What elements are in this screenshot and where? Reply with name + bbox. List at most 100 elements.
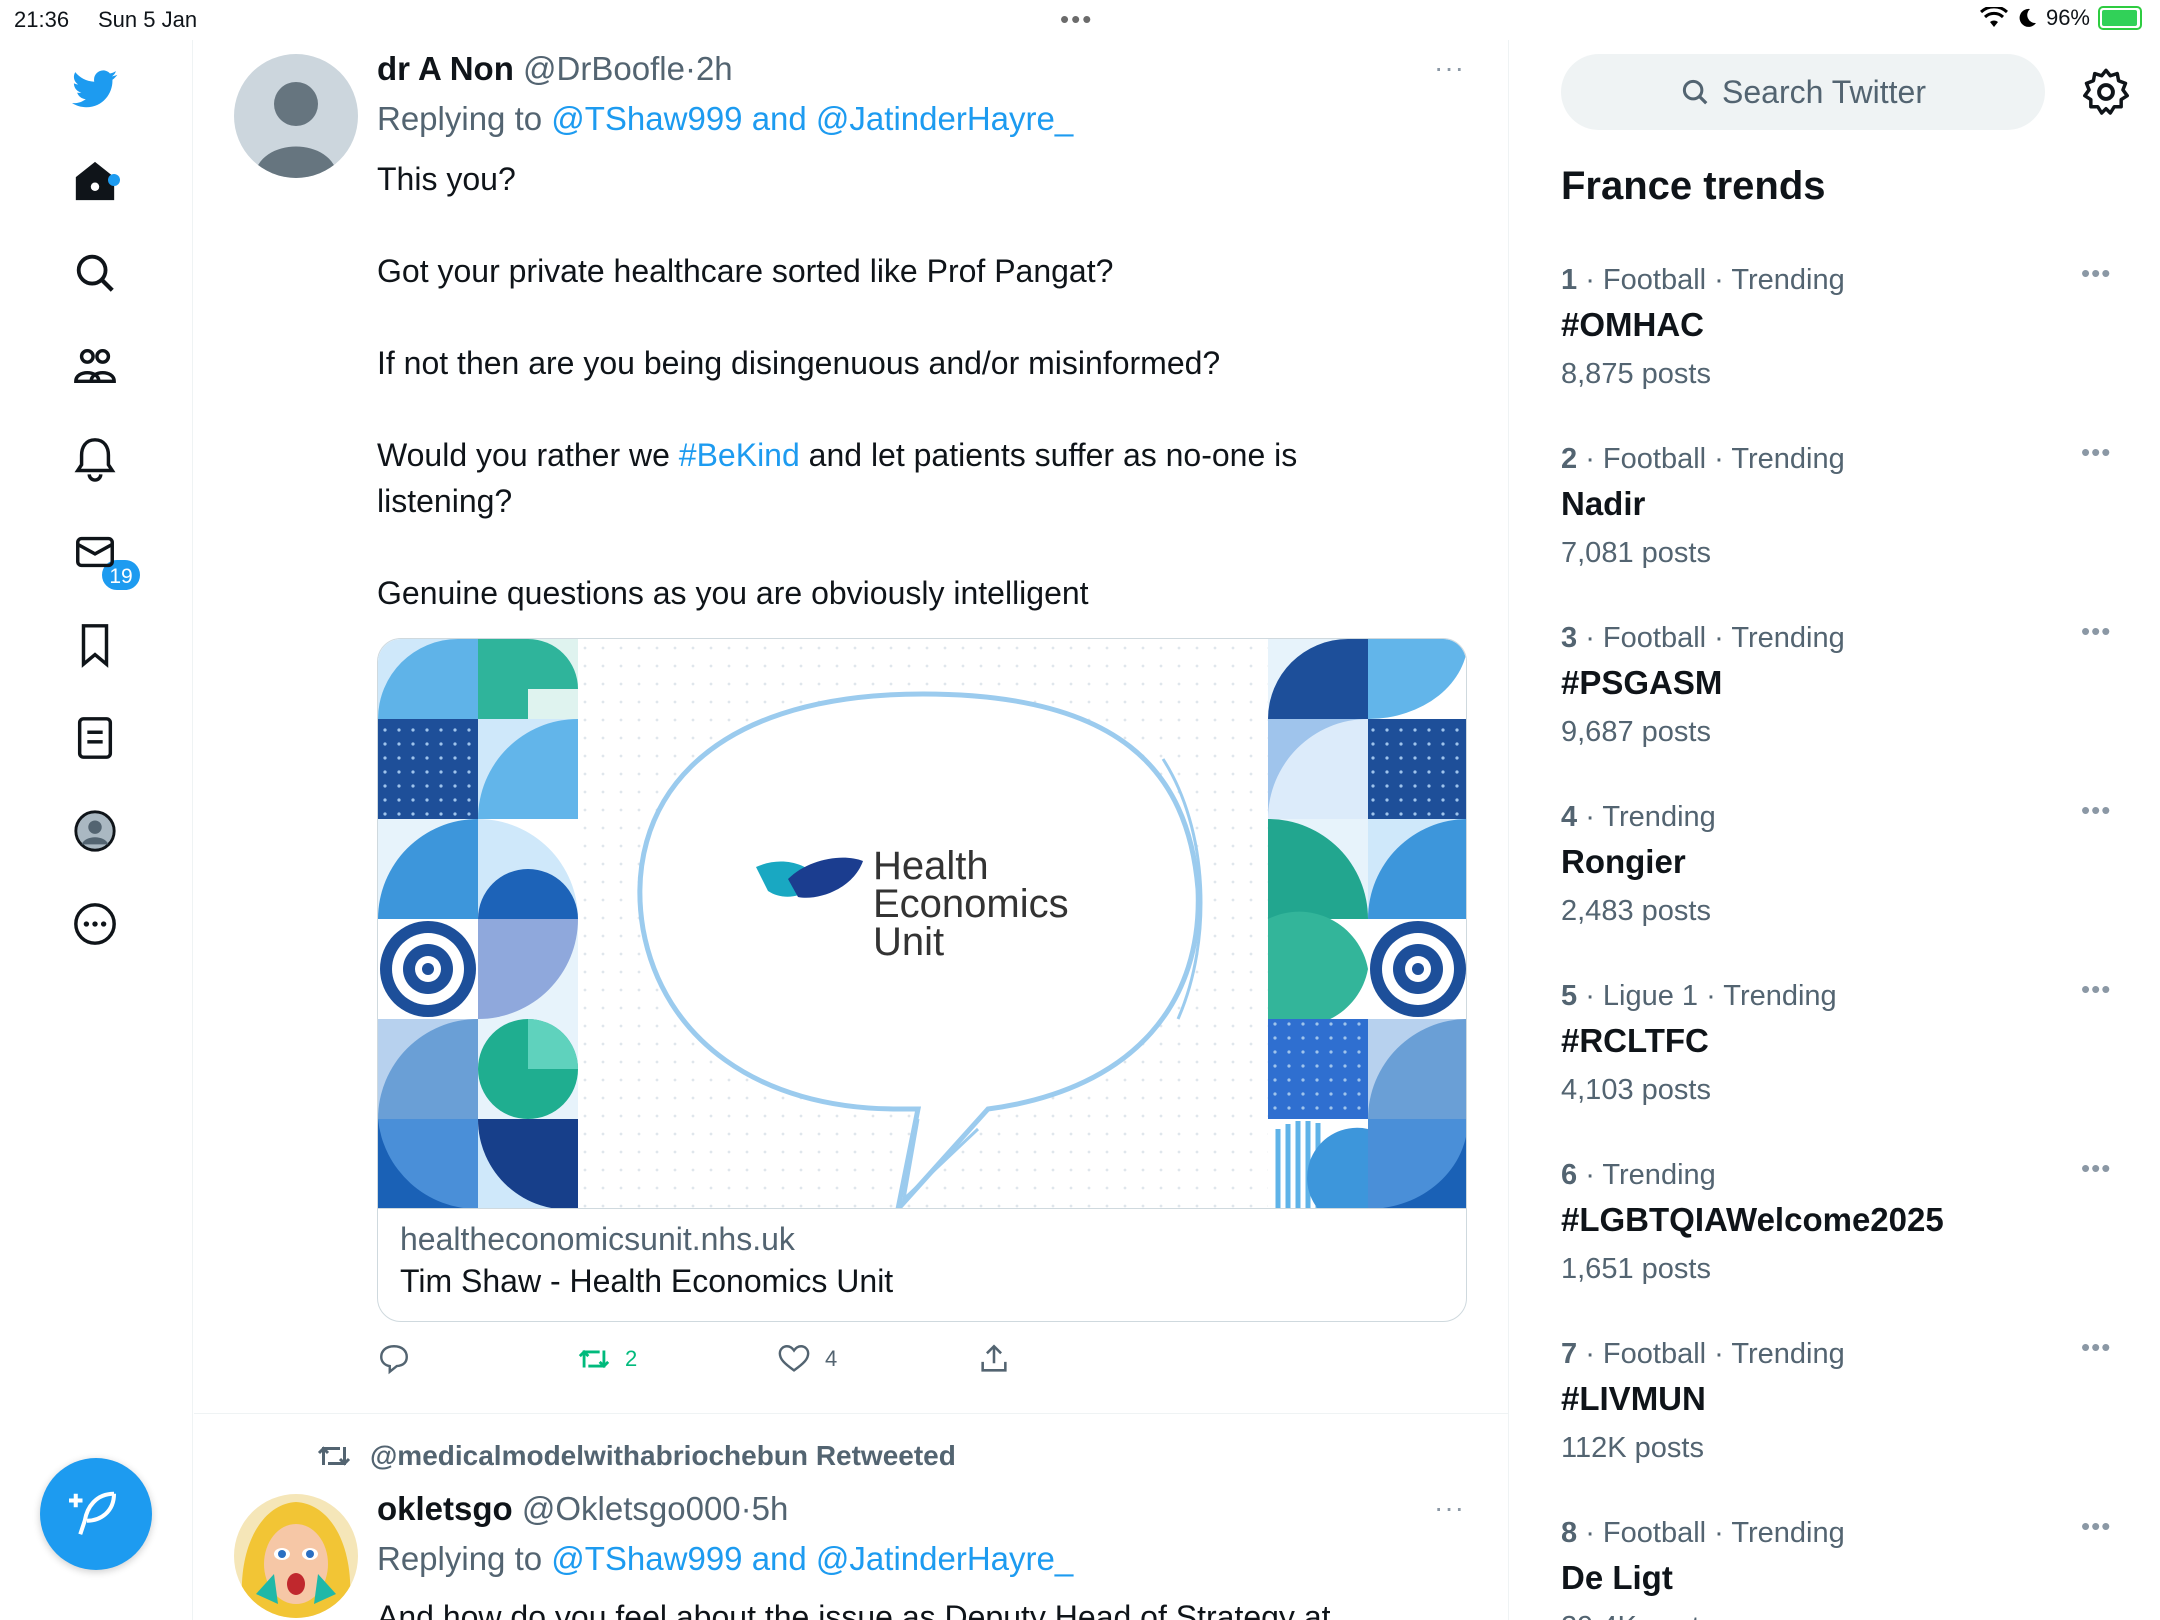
trend-topic: #OMHAC xyxy=(1561,306,1705,343)
trend-count: 1,651 posts xyxy=(1561,1253,1711,1285)
tweet-more-button[interactable]: ··· xyxy=(1434,1492,1465,1524)
trend-count: 4,103 posts xyxy=(1561,1074,1711,1106)
trend-more-button[interactable]: ••• xyxy=(2081,974,2111,1005)
more-icon[interactable] xyxy=(66,895,124,953)
display-name[interactable]: okletsgo xyxy=(377,1490,513,1527)
like-count: 4 xyxy=(825,1346,838,1371)
trend-rank: 4 xyxy=(1561,801,1578,833)
tweet-paragraph: Genuine questions as you are obviously i… xyxy=(377,575,1089,611)
trend-more-button[interactable]: ••• xyxy=(2081,1332,2111,1363)
trend-item[interactable]: 6 · Trending #LGBTQIAWelcome2025 1,651 p… xyxy=(1561,1153,2131,1309)
replying-to: Replying to @TShaw999 and @JatinderHayre… xyxy=(377,100,1073,138)
card-domain: healtheconomicsunit.nhs.uk xyxy=(400,1221,795,1257)
trend-more-button[interactable]: ••• xyxy=(2081,1153,2111,1184)
trend-item[interactable]: 8 · Football · Trending De Ligt 29.4K po… xyxy=(1561,1511,2131,1620)
trend-topic: De Ligt xyxy=(1561,1559,1673,1596)
tweet-time[interactable]: 5h xyxy=(752,1490,789,1527)
trend-topic: #RCLTFC xyxy=(1561,1022,1709,1059)
trend-category: · Trending xyxy=(1577,1159,1716,1191)
trend-meta: 3 · Football · Trending xyxy=(1561,622,1845,655)
trend-count: 9,687 posts xyxy=(1561,716,1711,748)
hashtag-link[interactable]: #BeKind xyxy=(679,437,800,473)
trend-item[interactable]: 7 · Football · Trending #LIVMUN 112K pos… xyxy=(1561,1332,2131,1488)
trend-count: 112K posts xyxy=(1561,1432,1704,1464)
replying-users-link[interactable]: @TShaw999 and @JatinderHayre_ xyxy=(551,100,1073,137)
tweet-divider xyxy=(194,1413,1508,1414)
trend-rank: 2 xyxy=(1561,443,1578,475)
tweet-header: dr A Non @DrBoofle·2h xyxy=(377,50,733,88)
search-placeholder: Search Twitter xyxy=(1722,73,1926,110)
trend-more-button[interactable]: ••• xyxy=(2081,1511,2111,1542)
bookmarks-icon[interactable] xyxy=(66,616,124,674)
tweet-paragraph: Would you rather we #BeKind and let pati… xyxy=(377,432,1377,524)
left-nav: 19 xyxy=(0,40,193,1620)
retweet-button[interactable]: 2 xyxy=(577,1342,637,1376)
status-bar: 21:36 Sun 5 Jan ••• 96% xyxy=(0,0,2160,40)
avatar[interactable] xyxy=(234,54,358,178)
search-icon[interactable] xyxy=(66,244,124,302)
settings-gear-icon[interactable] xyxy=(2080,66,2132,118)
like-button[interactable]: 4 xyxy=(777,1342,837,1376)
trend-category: · Football · Trending xyxy=(1577,264,1845,296)
compose-tweet-button[interactable] xyxy=(40,1458,152,1570)
trend-category: · Football · Trending xyxy=(1577,622,1845,654)
retweet-icon xyxy=(317,1446,351,1466)
tweet-time[interactable]: 2h xyxy=(696,50,733,87)
notifications-icon[interactable] xyxy=(66,430,124,488)
battery-percent: 96% xyxy=(2045,5,2090,30)
tweet-paragraph: If not then are you being disingenuous a… xyxy=(377,345,1221,381)
retweeted-by: @medicalmodelwithabriochebun Retweeted xyxy=(316,1438,956,1474)
display-name[interactable]: dr A Non xyxy=(377,50,514,87)
trend-meta: 1 · Football · Trending xyxy=(1561,264,1845,297)
user-handle[interactable]: @Okletsgo000 xyxy=(522,1490,741,1527)
trend-item[interactable]: 1 · Football · Trending #OMHAC 8,875 pos… xyxy=(1561,258,2131,414)
trend-item[interactable]: 5 · Ligue 1 · Trending #RCLTFC 4,103 pos… xyxy=(1561,974,2131,1130)
trend-item[interactable]: 3 · Football · Trending #PSGASM 9,687 po… xyxy=(1561,616,2131,772)
communities-icon[interactable] xyxy=(66,337,124,395)
battery-icon xyxy=(2098,6,2142,30)
status-date: Sun 5 Jan xyxy=(98,7,198,32)
user-handle[interactable]: @DrBoofle xyxy=(523,50,685,87)
trend-item[interactable]: 2 · Football · Trending Nadir 7,081 post… xyxy=(1561,437,2131,593)
search-icon xyxy=(1682,79,1708,105)
lists-icon[interactable] xyxy=(66,709,124,767)
search-input[interactable]: Search Twitter xyxy=(1561,54,2045,130)
trend-topic: Rongier xyxy=(1561,843,1686,880)
messages-icon[interactable] xyxy=(66,523,124,581)
multitasking-dots-icon[interactable]: ••• xyxy=(1060,4,1093,35)
trend-meta: 7 · Football · Trending xyxy=(1561,1338,1845,1371)
trend-meta: 2 · Football · Trending xyxy=(1561,443,1845,476)
replying-prefix: Replying to xyxy=(377,100,552,137)
share-button[interactable] xyxy=(977,1342,1011,1376)
replying-to: Replying to @TShaw999 and @JatinderHayre… xyxy=(377,1540,1073,1578)
trend-category: · Ligue 1 · Trending xyxy=(1577,980,1837,1012)
link-card[interactable]: Health Economics Unit healtheconomicsuni… xyxy=(377,638,1467,1322)
card-title: Tim Shaw - Health Economics Unit xyxy=(400,1263,894,1299)
tweet-more-button[interactable]: ··· xyxy=(1434,52,1465,84)
trend-item[interactable]: 4 · Trending Rongier 2,483 posts ••• xyxy=(1561,795,2131,951)
tweet-text: Would you rather we xyxy=(377,437,679,473)
battery-level xyxy=(2102,10,2137,26)
replying-users-link[interactable]: @TShaw999 and @JatinderHayre_ xyxy=(551,1540,1073,1577)
tweet-body: And how do you feel about the issue as D… xyxy=(377,1599,1331,1620)
trends-title: France trends xyxy=(1561,164,1826,208)
trend-count: 7,081 posts xyxy=(1561,537,1711,569)
tweet-paragraph: Got your private healthcare sorted like … xyxy=(377,253,1114,289)
retweeted-by-label[interactable]: @medicalmodelwithabriochebun Retweeted xyxy=(370,1440,956,1472)
trend-topic: Nadir xyxy=(1561,485,1646,522)
timeline: dr A Non @DrBoofle·2h ··· Replying to @T… xyxy=(194,40,1509,1620)
trend-more-button[interactable]: ••• xyxy=(2081,258,2111,289)
wifi-icon xyxy=(1979,7,2008,27)
trend-more-button[interactable]: ••• xyxy=(2081,795,2111,826)
trend-rank: 5 xyxy=(1561,980,1578,1012)
reply-button[interactable] xyxy=(377,1342,411,1376)
logo-line3: Unit xyxy=(873,920,944,964)
trend-more-button[interactable]: ••• xyxy=(2081,437,2111,468)
twitter-logo-icon[interactable] xyxy=(66,60,124,118)
moon-icon xyxy=(2019,8,2036,27)
header-separator: · xyxy=(740,1490,752,1527)
avatar[interactable] xyxy=(234,1494,358,1618)
status-right: 96% xyxy=(1979,5,2142,31)
profile-icon[interactable] xyxy=(66,802,124,860)
trend-more-button[interactable]: ••• xyxy=(2081,616,2111,647)
